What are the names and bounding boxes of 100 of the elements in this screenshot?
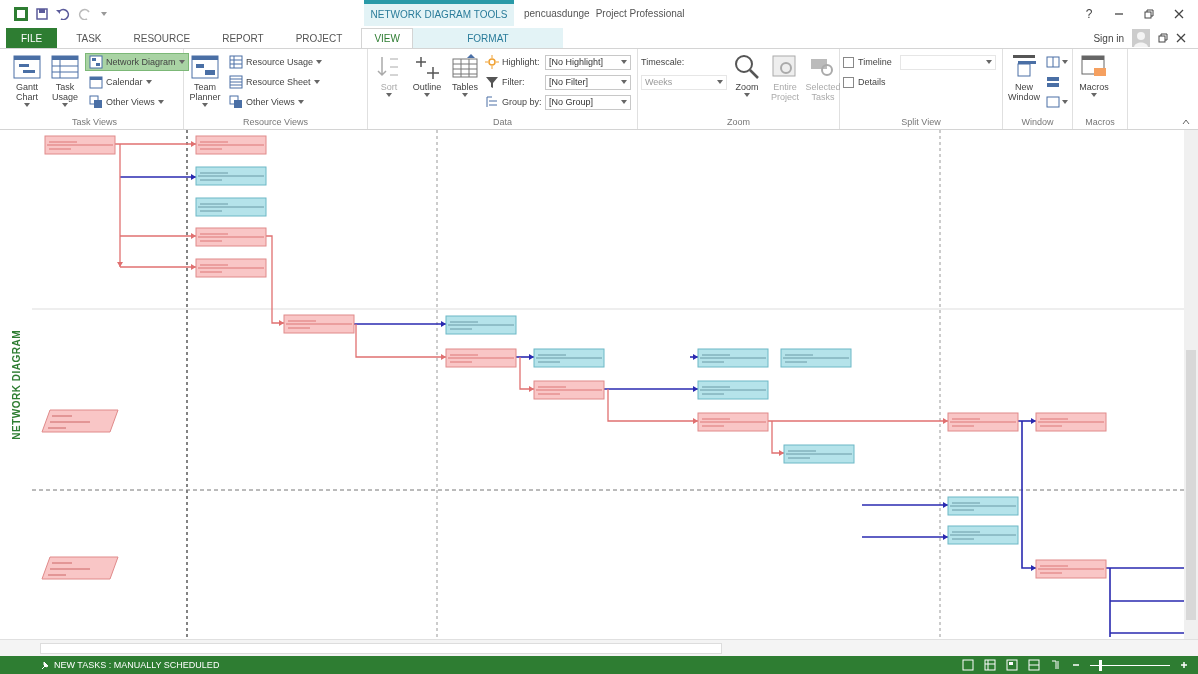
ribbon-button[interactable]: Gantt Chart: [9, 53, 45, 115]
ribbon-button[interactable]: Resource Sheet: [225, 73, 327, 91]
window-icon: [1046, 96, 1060, 108]
group-label: Task Views: [71, 116, 118, 129]
close-icon: [1176, 33, 1186, 43]
field-label: Timescale:: [641, 56, 686, 69]
split-window-icon: [1046, 56, 1060, 68]
task-node[interactable]: [1035, 559, 1107, 579]
help-button[interactable]: ?: [1076, 4, 1102, 24]
ribbon-button[interactable]: New Window: [1006, 53, 1042, 115]
view-shortcut[interactable]: [1028, 659, 1040, 671]
app-name: Project Professional: [595, 7, 685, 21]
status-text: NEW TASKS : MANUALLY SCHEDULED: [54, 660, 220, 670]
group-icon: [485, 95, 499, 109]
views-icon: [229, 95, 243, 109]
ribbon-tab[interactable]: TASK: [63, 28, 115, 48]
document-name: pencuasdunge: [524, 7, 590, 21]
calendar-icon: [89, 75, 103, 89]
ribbon-tab[interactable]: RESOURCE: [120, 28, 204, 48]
ribbon-button[interactable]: Task Usage: [47, 53, 83, 115]
task-node[interactable]: [947, 525, 1019, 545]
view-icon: [1028, 659, 1040, 671]
view-shortcut[interactable]: [984, 659, 996, 671]
ribbon-button[interactable]: Macros: [1076, 53, 1112, 115]
dropdown-field[interactable]: [No Highlight]: [545, 54, 631, 70]
view-icon: [984, 659, 996, 671]
horizontal-scrollbar[interactable]: [0, 639, 1198, 656]
task-node[interactable]: [697, 380, 769, 400]
task-node[interactable]: [780, 348, 852, 368]
ribbon-tab[interactable]: FORMAT: [412, 28, 563, 48]
app-icon: [14, 7, 28, 21]
checkbox[interactable]: [843, 56, 854, 68]
ribbon-button[interactable]: Zoom: [729, 53, 765, 115]
group-label: Zoom: [726, 116, 751, 129]
ribbon-button[interactable]: Outline: [409, 53, 445, 115]
file-tab[interactable]: FILE: [6, 28, 58, 48]
task-node[interactable]: [533, 380, 605, 400]
view-label: NETWORK DIAGRAM: [10, 329, 22, 440]
task-node[interactable]: [533, 348, 605, 368]
task-node[interactable]: [697, 348, 769, 368]
ribbon-tab[interactable]: VIEW: [361, 28, 413, 48]
customize-icon: [100, 11, 108, 17]
view-shortcut[interactable]: [962, 659, 974, 671]
ribbon-button[interactable]: Network Diagram: [85, 53, 189, 71]
task-node[interactable]: [783, 444, 855, 464]
dropdown-field[interactable]: [No Filter]: [545, 74, 631, 90]
usage-icon: [229, 55, 243, 69]
task-node[interactable]: [947, 496, 1019, 516]
view-shortcut[interactable]: [1006, 659, 1018, 671]
search-icon: [733, 53, 761, 81]
views-icon: [89, 95, 103, 109]
vertical-scrollbar[interactable]: [1184, 130, 1198, 639]
task-node[interactable]: [195, 135, 267, 155]
ribbon-tab[interactable]: REPORT: [209, 28, 277, 48]
arrange-button[interactable]: [1044, 53, 1070, 71]
checkbox-label: Details: [858, 77, 887, 87]
group-label: Split View: [900, 116, 942, 129]
task-node[interactable]: [283, 314, 355, 334]
sign-in-link[interactable]: Sign in: [1093, 32, 1124, 44]
ribbon-button[interactable]: Other Views: [225, 93, 327, 111]
ribbon-tab[interactable]: PROJECT: [282, 28, 356, 48]
task-node[interactable]: [947, 412, 1019, 432]
view-icon: [962, 659, 974, 671]
switch-windows-button[interactable]: [1044, 93, 1070, 111]
checkbox[interactable]: [843, 76, 854, 88]
sheet-icon: [229, 75, 243, 89]
ribbon-button[interactable]: Calendar: [85, 73, 189, 91]
field-label: Filter:: [502, 77, 526, 87]
task-node[interactable]: [1035, 412, 1107, 432]
view-shortcut[interactable]: [1050, 659, 1062, 671]
task-node[interactable]: [195, 166, 267, 186]
task-node[interactable]: [195, 197, 267, 217]
dropdown-field[interactable]: [900, 54, 996, 70]
save-icon: [36, 8, 48, 20]
table-icon: [451, 53, 479, 81]
context-tab-group: NETWORK DIAGRAM TOOLS: [364, 0, 514, 26]
redo-icon: [78, 8, 92, 20]
filter-icon: [485, 75, 499, 89]
diagram-icon: [89, 55, 103, 69]
collapse-icon: [1182, 119, 1190, 125]
ribbon-button[interactable]: Other Views: [85, 93, 189, 111]
highlight-icon: [485, 55, 499, 69]
zoom-slider-thumb[interactable]: [1098, 659, 1102, 671]
caret-icon: [621, 80, 627, 84]
dropdown-field[interactable]: [No Group]: [545, 94, 631, 110]
task-node[interactable]: [44, 135, 116, 155]
task-node[interactable]: [195, 258, 267, 278]
checkbox-label: Timeline: [858, 57, 892, 67]
ribbon-button[interactable]: Tables: [447, 53, 483, 115]
ribbon-button[interactable]: Resource Usage: [225, 53, 327, 71]
caret-icon: [621, 100, 627, 104]
caret-icon: [1062, 60, 1068, 64]
task-node[interactable]: [445, 315, 517, 335]
caret-icon: [1062, 100, 1068, 104]
ribbon-button[interactable]: Team Planner: [187, 53, 223, 115]
task-node[interactable]: [195, 227, 267, 247]
restore-icon: [1158, 33, 1168, 43]
task-node[interactable]: [697, 412, 769, 432]
group-label: Window: [1020, 116, 1055, 129]
task-node[interactable]: [445, 348, 517, 368]
